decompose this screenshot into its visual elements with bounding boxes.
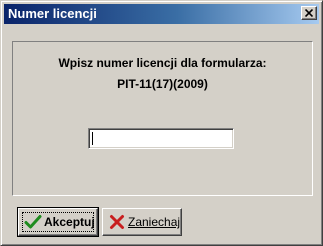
accept-button[interactable]: Akceptuj — [17, 207, 99, 237]
license-dialog: Numer licencji Wpisz numer licencji dla … — [0, 0, 323, 246]
text-caret — [92, 132, 93, 145]
title-bar[interactable]: Numer licencji — [4, 4, 319, 24]
check-icon — [24, 215, 42, 229]
cancel-button-label: Zaniechaj — [128, 215, 181, 229]
cancel-button[interactable]: Zaniechaj — [102, 208, 182, 236]
window-title: Numer licencji — [8, 6, 97, 21]
accept-button-label: Akceptuj — [44, 215, 95, 229]
license-number-field[interactable] — [88, 128, 234, 149]
close-icon — [305, 9, 313, 17]
close-button[interactable] — [301, 6, 317, 20]
x-icon — [110, 215, 124, 229]
form-name: PIT-11(17)(2009) — [117, 77, 208, 91]
license-number-input[interactable] — [91, 131, 233, 146]
content-panel: Wpisz numer licencji dla formularza: PIT… — [12, 41, 313, 196]
license-prompt: Wpisz numer licencji dla formularza: — [58, 56, 267, 70]
